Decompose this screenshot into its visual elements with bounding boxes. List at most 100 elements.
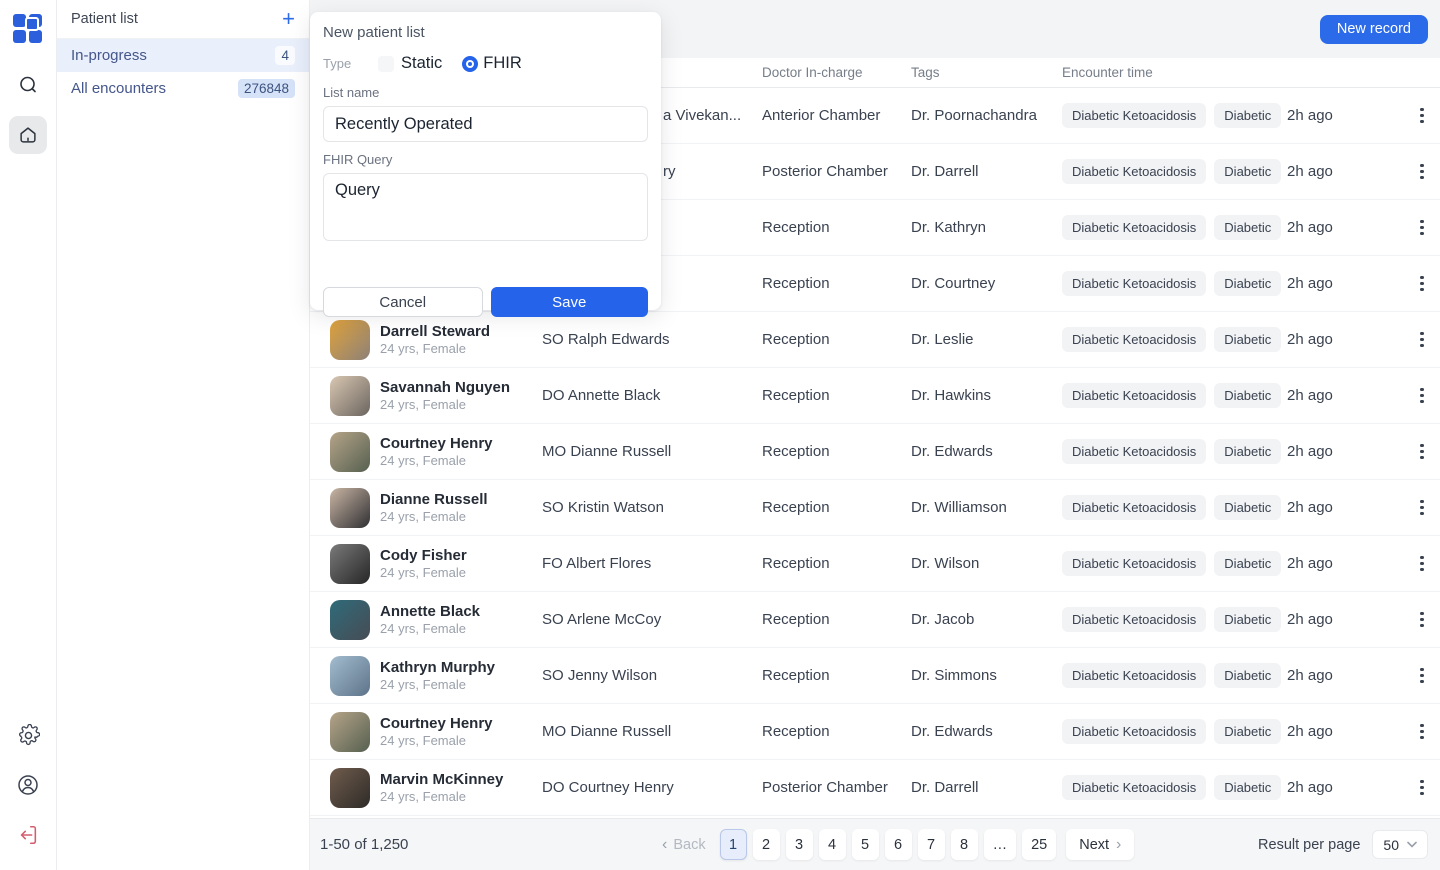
page-button-1[interactable]: 1	[720, 829, 747, 860]
current-location-cell: Reception	[762, 499, 911, 516]
static-option-label[interactable]: Static	[401, 54, 442, 73]
back-button[interactable]: ‹ Back	[662, 837, 706, 853]
page-button-8[interactable]: 8	[951, 829, 978, 860]
row-menu-kebab-icon[interactable]	[1410, 776, 1434, 800]
add-list-button[interactable]: +	[282, 8, 295, 30]
page-button-5[interactable]: 5	[852, 829, 879, 860]
chevron-left-icon: ‹	[662, 837, 667, 853]
new-patient-list-modal: New patient list Type Static FHIR List n…	[310, 12, 661, 310]
table-row[interactable]: Marvin McKinney24 yrs, FemaleDO Courtney…	[310, 760, 1440, 816]
page-button-7[interactable]: 7	[918, 829, 945, 860]
pager: ‹ Back 12345678…25 Next›	[662, 829, 1134, 860]
tags-cell: Diabetic Ketoacidosis Diabetic	[1062, 775, 1287, 800]
tag-pill: Diabetic Ketoacidosis	[1062, 215, 1206, 240]
panel-header: Patient list +	[57, 0, 309, 39]
table-row[interactable]: Darrell Steward24 yrs, FemaleSO Ralph Ed…	[310, 312, 1440, 368]
tag-pill: Diabetic	[1214, 103, 1281, 128]
count-badge: 276848	[238, 79, 295, 98]
page-button-3[interactable]: 3	[786, 829, 813, 860]
current-location-cell: Reception	[762, 667, 911, 684]
panel-title: Patient list	[71, 11, 138, 27]
table-row[interactable]: Courtney Henry24 yrs, FemaleMO Dianne Ru…	[310, 704, 1440, 760]
patient-name: Marvin McKinney	[380, 771, 542, 790]
row-menu-kebab-icon[interactable]	[1410, 272, 1434, 296]
list-name-input[interactable]	[323, 106, 648, 142]
page-button-4[interactable]: 4	[819, 829, 846, 860]
table-row[interactable]: Annette Black24 yrs, FemaleSO Arlene McC…	[310, 592, 1440, 648]
row-menu-kebab-icon[interactable]	[1410, 440, 1434, 464]
panel-items: In-progress4All encounters276848	[57, 39, 309, 105]
page-button-2[interactable]: 2	[753, 829, 780, 860]
table-row[interactable]: Dianne Russell24 yrs, FemaleSO Kristin W…	[310, 480, 1440, 536]
tag-pill: Diabetic	[1214, 607, 1281, 632]
patient-name: Cody Fisher	[380, 547, 542, 566]
patient-meta: 24 yrs, Female	[380, 621, 542, 636]
row-menu-kebab-icon[interactable]	[1410, 216, 1434, 240]
doctor-in-charge-cell: Dr. Edwards	[911, 443, 1062, 460]
sidebar-item-all-encounters[interactable]: All encounters276848	[57, 72, 309, 105]
assigned-staff-cell: MO Dianne Russell	[542, 723, 762, 740]
page-button-25[interactable]: 25	[1022, 829, 1056, 860]
home-icon[interactable]	[9, 116, 47, 154]
patient-name: Courtney Henry	[380, 715, 542, 734]
per-page-select[interactable]: 50	[1372, 830, 1428, 859]
patient-meta: 24 yrs, Female	[380, 341, 542, 356]
patient-name-cell: Courtney Henry24 yrs, Female	[380, 435, 542, 469]
current-location-cell: Reception	[762, 723, 911, 740]
current-location-cell: Reception	[762, 275, 911, 292]
row-menu-kebab-icon[interactable]	[1410, 552, 1434, 576]
tag-pill: Diabetic	[1214, 383, 1281, 408]
tags-cell: Diabetic KetoacidosisDiabetic	[1062, 663, 1287, 688]
encounter-time-cell: 2h ago	[1287, 275, 1392, 292]
fhir-query-textarea[interactable]	[323, 173, 648, 241]
encounter-time-cell: 2h ago	[1287, 555, 1392, 572]
patient-list-panel: Patient list + In-progress4All encounter…	[57, 0, 310, 870]
row-menu-kebab-icon[interactable]	[1410, 608, 1434, 632]
assigned-staff-cell: SO Jenny Wilson	[542, 667, 762, 684]
app-root: Patient list + In-progress4All encounter…	[0, 0, 1440, 870]
tag-pill: Diabetic	[1214, 775, 1281, 800]
row-menu-kebab-icon[interactable]	[1410, 160, 1434, 184]
page-ellipsis-button[interactable]: …	[984, 829, 1017, 860]
patient-name-cell: Savannah Nguyen24 yrs, Female	[380, 379, 542, 413]
row-menu-kebab-icon[interactable]	[1410, 104, 1434, 128]
account-icon[interactable]	[9, 766, 47, 804]
fhir-radio[interactable]	[462, 56, 478, 72]
row-menu-kebab-icon[interactable]	[1410, 384, 1434, 408]
tag-pill: Diabetic Ketoacidosis	[1062, 775, 1206, 800]
list-label: In-progress	[71, 47, 147, 64]
page-button-6[interactable]: 6	[885, 829, 912, 860]
type-field: Type Static FHIR	[323, 54, 648, 73]
patient-avatar	[330, 376, 370, 416]
patient-avatar	[330, 432, 370, 472]
tag-pill: Diabetic Ketoacidosis	[1062, 439, 1206, 464]
row-menu-kebab-icon[interactable]	[1410, 720, 1434, 744]
sidebar-item-in-progress[interactable]: In-progress4	[57, 39, 309, 72]
next-button[interactable]: Next›	[1066, 829, 1134, 860]
table-row[interactable]: Courtney Henry24 yrs, FemaleMO Dianne Ru…	[310, 424, 1440, 480]
list-name-label: List name	[323, 85, 648, 100]
app-logo-icon[interactable]	[13, 14, 43, 44]
row-menu-kebab-icon[interactable]	[1410, 664, 1434, 688]
doctor-in-charge-cell: Dr. Poornachandra	[911, 107, 1062, 124]
row-menu-kebab-icon[interactable]	[1410, 328, 1434, 352]
cancel-button[interactable]: Cancel	[323, 287, 483, 317]
table-row[interactable]: Kathryn Murphy24 yrs, FemaleSO Jenny Wil…	[310, 648, 1440, 704]
assigned-staff-cell: DO Courtney Henry	[542, 779, 762, 796]
tags-cell: Diabetic KetoacidosisDiabetic	[1062, 103, 1287, 128]
patient-avatar	[330, 488, 370, 528]
tags-cell: Diabetic KetoacidosisDiabetic	[1062, 719, 1287, 744]
row-menu-kebab-icon[interactable]	[1410, 496, 1434, 520]
fhir-option-label[interactable]: FHIR	[483, 54, 522, 73]
settings-gear-icon[interactable]	[9, 716, 47, 754]
logout-icon[interactable]	[9, 816, 47, 854]
encounter-time-cell: 2h ago	[1287, 387, 1392, 404]
static-checkbox[interactable]	[378, 56, 394, 72]
search-icon[interactable]	[9, 66, 47, 104]
save-button[interactable]: Save	[491, 287, 649, 317]
tags-cell: Diabetic KetoacidosisDiabetic	[1062, 551, 1287, 576]
encounter-time-cell: 2h ago	[1287, 331, 1392, 348]
table-row[interactable]: Cody Fisher24 yrs, FemaleFO Albert Flore…	[310, 536, 1440, 592]
table-row[interactable]: Savannah Nguyen24 yrs, FemaleDO Annette …	[310, 368, 1440, 424]
new-record-button[interactable]: New record	[1320, 15, 1428, 44]
